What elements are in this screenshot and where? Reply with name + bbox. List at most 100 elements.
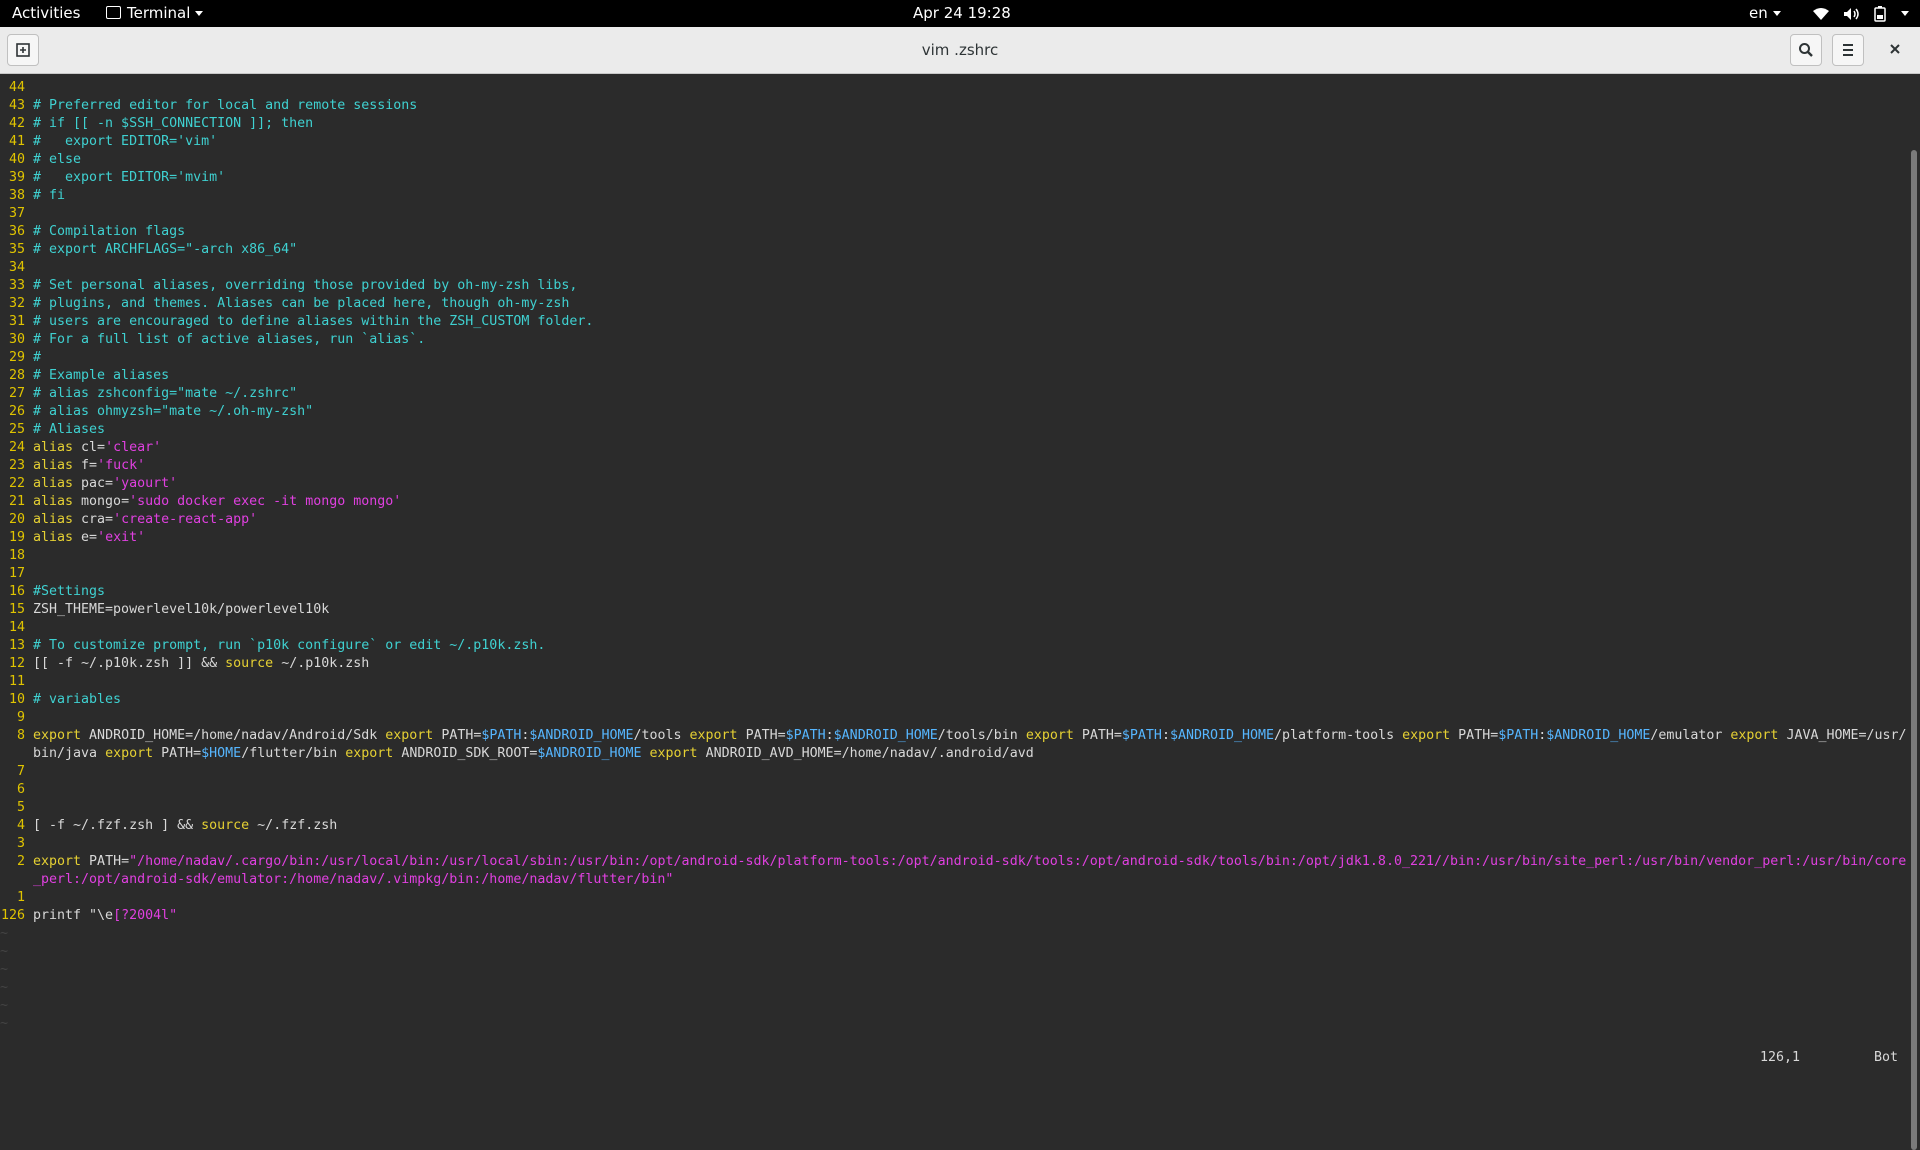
code-line[interactable]: 33 # Set personal aliases, overriding tho…	[0, 277, 1908, 295]
code-line[interactable]: 44	[0, 79, 1908, 97]
code-line[interactable]: 43 # Preferred editor for local and remot…	[0, 97, 1908, 115]
line-number: 8	[16, 728, 25, 743]
code-line[interactable]: 23 alias f='fuck'	[0, 457, 1908, 475]
code-line[interactable]: 19 alias e='exit'	[0, 529, 1908, 547]
code-line[interactable]: 37	[0, 205, 1908, 223]
empty-buffer-line: ~	[0, 998, 9, 1013]
code-line[interactable]: 3	[0, 835, 1908, 853]
code-line[interactable]: 17	[0, 565, 1908, 583]
syntax-token	[642, 746, 650, 761]
code-line[interactable]: 20 alias cra='create-react-app'	[0, 511, 1908, 529]
code-line[interactable]: 2 export PATH="/home/nadav/.cargo/bin:/us…	[0, 853, 1908, 871]
code-line[interactable]: 32 # plugins, and themes. Aliases can be …	[0, 295, 1908, 313]
syntax-token: $ANDROID_HOME	[1169, 728, 1275, 743]
code-line[interactable]: 30 # For a full list of active aliases, r…	[0, 331, 1908, 349]
syntax-token: export	[1402, 728, 1451, 743]
code-line[interactable]: 29 #	[0, 349, 1908, 367]
code-line[interactable]: 31 # users are encouraged to define alias…	[0, 313, 1908, 331]
menu-button[interactable]	[1832, 34, 1864, 66]
scrollbar[interactable]	[1908, 74, 1920, 1150]
syntax-token: # export ARCHFLAGS="-arch x86_64"	[33, 242, 298, 257]
line-text: [[ -f ~/.p10k.zsh ]] && source ~/.p10k.z…	[33, 655, 369, 673]
syntax-token: # else	[33, 152, 82, 167]
search-button[interactable]	[1790, 34, 1822, 66]
line-text: # export EDITOR='mvim'	[33, 169, 225, 187]
code-line[interactable]: 22 alias pac='yaourt'	[0, 475, 1908, 493]
terminal-view[interactable]: 44 43 # Preferred editor for local and rem…	[0, 74, 1908, 1080]
code-line[interactable]: 42 # if [[ -n $SSH_CONNECTION ]]; then	[0, 115, 1908, 133]
language-menu[interactable]: en	[1749, 0, 1781, 27]
line-number: 21	[8, 494, 25, 509]
empty-buffer-line: ~	[0, 926, 9, 941]
line-text: # Set personal aliases, overriding those…	[33, 277, 577, 295]
code-line[interactable]: 1	[0, 889, 1908, 907]
code-line[interactable]: 28 # Example aliases	[0, 367, 1908, 385]
clock[interactable]: Apr 24 19:28	[913, 0, 1011, 27]
line-number: 22	[8, 476, 25, 491]
syntax-token: "\e	[89, 908, 114, 923]
line-number: 11	[8, 674, 25, 689]
syntax-token: /flutter/bin	[241, 746, 346, 761]
syntax-token: export	[385, 728, 434, 743]
code-line[interactable]: 11	[0, 673, 1908, 691]
code-line[interactable]: bin/java export PATH=$HOME/flutter/bin e…	[0, 745, 1908, 763]
code-line[interactable]: _perl:/opt/android-sdk/emulator:/home/na…	[0, 871, 1908, 889]
scrollbar-thumb[interactable]	[1911, 150, 1917, 1150]
code-line[interactable]: 13 # To customize prompt, run `p10k confi…	[0, 637, 1908, 655]
line-number: 12	[8, 656, 25, 671]
code-line[interactable]: 41 # export EDITOR='vim'	[0, 133, 1908, 151]
syntax-token: # Compilation flags	[33, 224, 186, 239]
syntax-token: alias	[33, 458, 74, 473]
code-line[interactable]: 4 [ -f ~/.fzf.zsh ] && source ~/.fzf.zsh	[0, 817, 1908, 835]
syntax-token: export	[1730, 728, 1779, 743]
line-number: 4	[16, 818, 25, 833]
line-number: 38	[8, 188, 25, 203]
code-line[interactable]: 26 # alias ohmyzsh="mate ~/.oh-my-zsh"	[0, 403, 1908, 421]
syntax-token: /tools	[633, 728, 690, 743]
syntax-token: # For a full list of active aliases, run…	[33, 332, 426, 347]
code-line[interactable]: 8 export ANDROID_HOME=/home/nadav/Android…	[0, 727, 1908, 745]
app-menu[interactable]: Terminal	[106, 0, 204, 27]
code-line[interactable]: 15 ZSH_THEME=powerlevel10k/powerlevel10k	[0, 601, 1908, 619]
code-line[interactable]: 25 # Aliases	[0, 421, 1908, 439]
code-line[interactable]: 5	[0, 799, 1908, 817]
code-line[interactable]: 126 printf "\e[?2004l"	[0, 907, 1908, 925]
code-line[interactable]: 40 # else	[0, 151, 1908, 169]
line-number: 13	[8, 638, 25, 653]
code-line[interactable]: 39 # export EDITOR='mvim'	[0, 169, 1908, 187]
syntax-token: $PATH	[1498, 728, 1539, 743]
code-line[interactable]: 6	[0, 781, 1908, 799]
syntax-token: # alias ohmyzsh="mate ~/.oh-my-zsh"	[33, 404, 314, 419]
syntax-token: alias	[33, 512, 74, 527]
code-line[interactable]: 7	[0, 763, 1908, 781]
code-line[interactable]: 21 alias mongo='sudo docker exec -it mong…	[0, 493, 1908, 511]
syntax-token: 'create-react-app'	[113, 512, 258, 527]
code-line[interactable]: 16 #Settings	[0, 583, 1908, 601]
syntax-token: /emulator	[1650, 728, 1731, 743]
line-text: # fi	[33, 187, 65, 205]
code-line[interactable]: 34	[0, 259, 1908, 277]
empty-buffer-line: ~	[0, 944, 9, 959]
line-number: 24	[8, 440, 25, 455]
syntax-token: # variables	[33, 692, 122, 707]
code-line[interactable]: 36 # Compilation flags	[0, 223, 1908, 241]
code-line[interactable]: 35 # export ARCHFLAGS="-arch x86_64"	[0, 241, 1908, 259]
code-line[interactable]: 27 # alias zshconfig="mate ~/.zshrc"	[0, 385, 1908, 403]
code-line[interactable]: 24 alias cl='clear'	[0, 439, 1908, 457]
activities-button[interactable]: Activities	[12, 0, 80, 27]
system-menu[interactable]	[1812, 0, 1910, 27]
code-line[interactable]: 14	[0, 619, 1908, 637]
syntax-token: alias	[33, 530, 74, 545]
window-header-bar: vim .zshrc	[0, 27, 1920, 74]
code-line[interactable]: 12 [[ -f ~/.p10k.zsh ]] && source ~/.p10k…	[0, 655, 1908, 673]
code-line[interactable]: 38 # fi	[0, 187, 1908, 205]
syntax-token: cra=	[73, 512, 114, 527]
syntax-token: PATH=	[1450, 728, 1499, 743]
vim-buffer[interactable]: 44 43 # Preferred editor for local and rem…	[0, 79, 1908, 1033]
close-button[interactable]	[1880, 34, 1912, 66]
code-line[interactable]: 10 # variables	[0, 691, 1908, 709]
syntax-token: _perl:/opt/android-sdk/emulator:/home/na…	[33, 872, 674, 887]
code-line[interactable]: 18	[0, 547, 1908, 565]
code-line[interactable]: 9	[0, 709, 1908, 727]
line-text: # users are encouraged to define aliases…	[33, 313, 593, 331]
